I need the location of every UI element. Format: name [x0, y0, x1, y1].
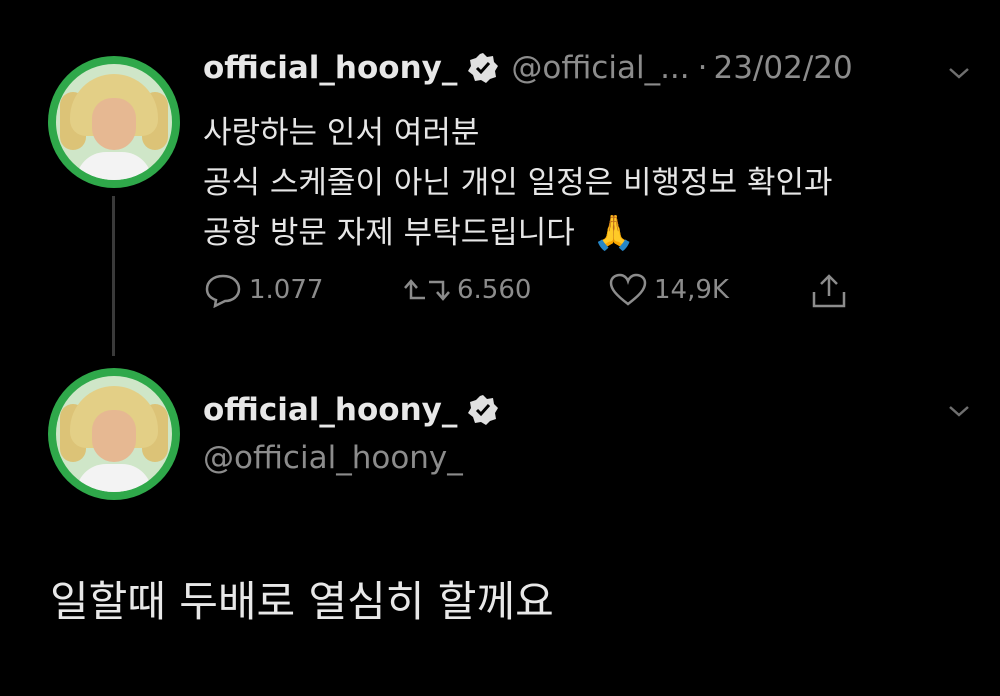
avatar[interactable] [48, 368, 180, 500]
tweet-line: 공식 스케줄이 아닌 개인 일정은 비행정보 확인과 [203, 165, 833, 201]
tweet-body: 일할때 두배로 열심히 할께요 [50, 577, 554, 626]
reply-count: 1.077 [249, 275, 324, 305]
thread-connector-line [112, 196, 115, 356]
tweet1-header: official_hoony_ @official_... · 23/02/20 [203, 50, 853, 86]
reply-button[interactable]: 1.077 [203, 272, 323, 308]
handle[interactable]: @official_... [511, 50, 689, 86]
tweet2-header: official_hoony_ [203, 392, 499, 428]
folded-hands-emoji: 🙏 [592, 213, 636, 253]
chevron-down-icon[interactable] [946, 64, 972, 82]
chevron-down-icon[interactable] [946, 402, 972, 420]
avatar-image [56, 376, 172, 492]
tweet-line: 공항 방문 자제 부탁드립니다 [203, 215, 575, 251]
display-name[interactable]: official_hoony_ [203, 50, 457, 86]
retweet-icon [404, 279, 450, 301]
verified-badge-icon [467, 394, 499, 426]
separator-dot: · [697, 50, 708, 86]
tweet-date[interactable]: 23/02/20 [713, 50, 852, 86]
tweet-line: 사랑하는 인서 여러분 [203, 115, 480, 151]
verified-badge-icon [467, 52, 499, 84]
share-button[interactable] [809, 272, 855, 310]
retweet-button[interactable]: 6.560 [403, 272, 531, 308]
tweet-thread-screen: official_hoony_ @official_... · 23/02/20… [0, 0, 1000, 696]
retweet-count: 6.560 [457, 275, 532, 305]
tweet-body: 사랑하는 인서 여러분 공식 스케줄이 아닌 개인 일정은 비행정보 확인과 공… [203, 108, 983, 258]
reply-icon [205, 274, 241, 308]
handle[interactable]: @official_hoony_ [203, 440, 463, 476]
tweet-line-with-emoji: 공항 방문 자제 부탁드립니다 🙏 [203, 208, 983, 258]
like-button[interactable]: 14,9K [608, 272, 729, 308]
tweet-actions: 1.077 6.560 14,9K [203, 272, 863, 316]
avatar[interactable] [48, 56, 180, 188]
share-icon [812, 274, 846, 308]
like-count: 14,9K [654, 275, 729, 305]
avatar-image [56, 64, 172, 180]
heart-icon [609, 273, 647, 306]
display-name[interactable]: official_hoony_ [203, 392, 457, 428]
